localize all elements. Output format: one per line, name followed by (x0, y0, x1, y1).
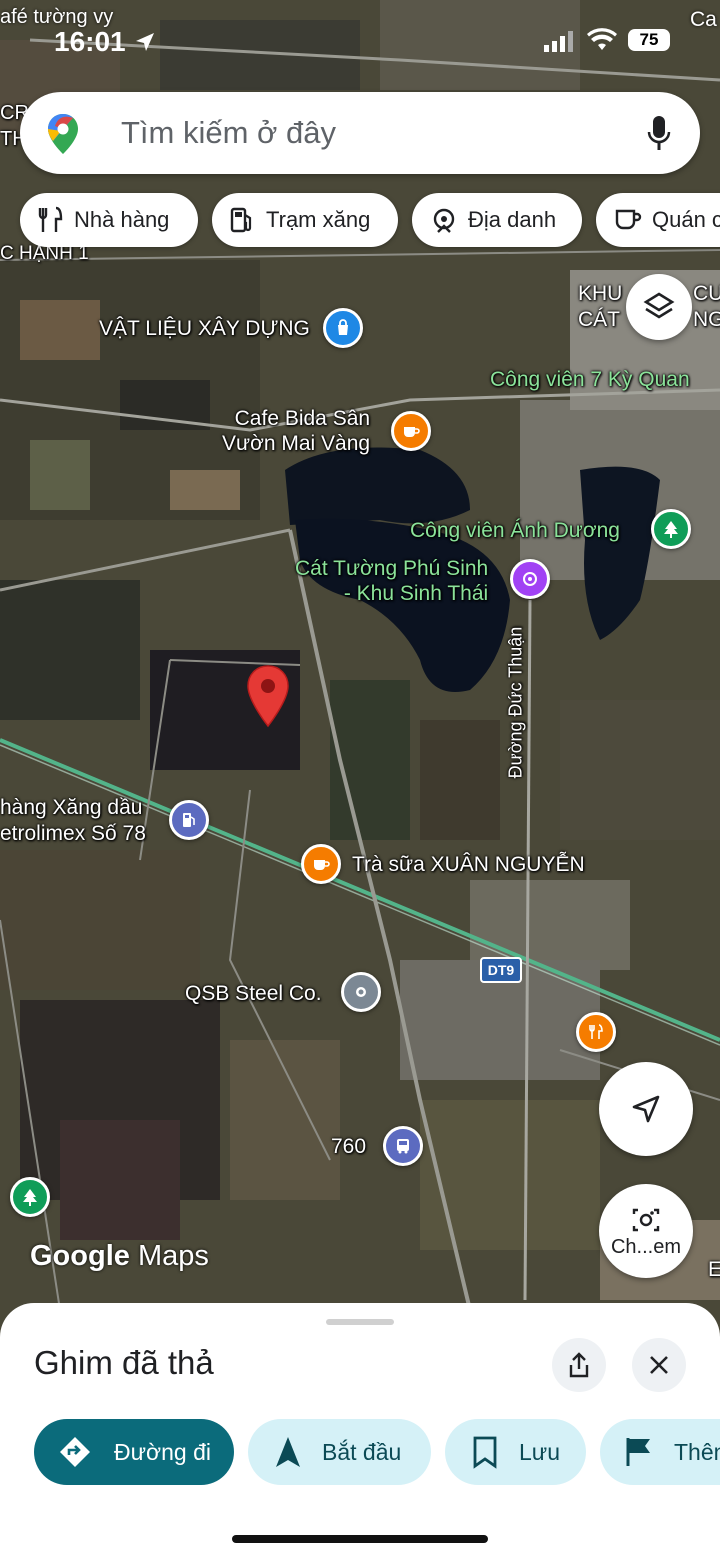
directions-icon (60, 1437, 90, 1467)
sheet-drag-handle[interactable] (326, 1319, 394, 1325)
microphone-icon[interactable] (646, 114, 672, 152)
bus-icon[interactable] (383, 1126, 423, 1166)
park-tree-icon[interactable] (10, 1177, 50, 1217)
map-label-qsb[interactable]: QSB Steel Co. (185, 981, 322, 1006)
flag-icon (626, 1438, 650, 1466)
chip-label: Địa danh (468, 207, 557, 232)
shopping-bag-icon[interactable] (323, 308, 363, 348)
start-button[interactable]: Bắt đầu (248, 1419, 431, 1485)
chip-label: Quán c (652, 207, 720, 232)
park-tree-icon[interactable] (651, 509, 691, 549)
bookmark-icon (473, 1436, 497, 1469)
map-label-khu-cat: KHU CÁT (578, 282, 623, 331)
signal-icon (544, 31, 573, 52)
sheet-title: Ghim đã thả (34, 1344, 214, 1381)
home-indicator[interactable] (232, 1535, 488, 1543)
status-bar: afé tường vy 16:01 Ca 75 (0, 0, 720, 80)
map-label-cafe-bida[interactable]: Cafe Bida Sân Vườn Mai Vàng (222, 406, 370, 456)
chip-landmarks[interactable]: Địa danh (412, 193, 582, 247)
directions-button[interactable]: Đường đi (34, 1419, 234, 1485)
map-label-cat-tuong[interactable]: Cát Tường Phú Sinh - Khu Sinh Thái (295, 556, 488, 606)
dropped-pin-icon[interactable] (245, 664, 291, 730)
share-button[interactable] (552, 1338, 606, 1392)
layers-icon (643, 292, 675, 319)
chip-gas-stations[interactable]: Trạm xăng (212, 193, 398, 247)
chip-label: Trạm xăng (266, 207, 371, 232)
directions-label: Đường đi (114, 1438, 211, 1465)
lens-label: Ch...em (610, 1235, 682, 1258)
close-button[interactable] (632, 1338, 686, 1392)
chip-cafes[interactable]: Quán c (596, 193, 720, 247)
save-label: Lưu (519, 1438, 560, 1465)
map-label-xang-dau[interactable]: hàng Xăng dầu etrolimex Số 78 (0, 795, 146, 847)
map-label-tra-sua[interactable]: Trà sữa XUÂN NGUYỄN (352, 852, 585, 877)
navigation-arrow-icon (276, 1437, 300, 1467)
map-label-duong-duc-thuan: Đường Đức Thuận (505, 626, 526, 779)
layers-button[interactable] (626, 274, 692, 340)
map-label-cong-vien-anh-duong[interactable]: Công viên Ánh Dương (410, 518, 620, 543)
attraction-icon[interactable] (510, 559, 550, 599)
search-bar[interactable]: Tìm kiếm ở đây (20, 92, 700, 174)
google-maps-watermark: Google Maps (30, 1240, 209, 1272)
google-maps-logo-icon (48, 114, 78, 154)
share-icon (569, 1352, 589, 1378)
my-location-button[interactable] (599, 1062, 693, 1156)
navigation-arrow-icon (632, 1095, 660, 1123)
map-label-bus-760[interactable]: 760 (331, 1134, 366, 1159)
search-placeholder[interactable]: Tìm kiếm ở đây (121, 115, 336, 151)
landmark-icon (433, 208, 455, 233)
close-icon (650, 1356, 668, 1374)
route-shield-dt9: DT9 (480, 957, 522, 983)
camera-search-icon (632, 1208, 660, 1231)
map-label-e: E (708, 1258, 720, 1281)
restaurant-icon[interactable] (576, 1012, 616, 1052)
status-time: 16:01 (54, 26, 126, 57)
chip-restaurants[interactable]: Nhà hàng (20, 193, 198, 247)
save-button[interactable]: Lưu (445, 1419, 586, 1485)
map-label-vat-lieu[interactable]: VẬT LIỆU XÂY DỰNG (99, 316, 310, 341)
gas-station-icon[interactable] (169, 800, 209, 840)
more-button[interactable]: Thêm (600, 1419, 720, 1485)
map-label-cu-ng: CU NG (693, 282, 720, 331)
lens-button[interactable]: Ch...em (599, 1184, 693, 1278)
location-arrow-icon (136, 33, 154, 51)
map-label-cong-vien-7[interactable]: Công viên 7 Kỳ Quan (490, 367, 690, 392)
coffee-cup-icon (615, 209, 642, 230)
start-label: Bắt đầu (322, 1438, 402, 1465)
coffee-cup-icon[interactable] (391, 411, 431, 451)
fuel-pump-icon (230, 207, 252, 233)
coffee-cup-icon[interactable] (301, 844, 341, 884)
status-top-right-label: Ca (690, 8, 717, 31)
wifi-icon (587, 28, 617, 50)
fork-knife-icon (38, 206, 63, 232)
more-label: Thêm (674, 1438, 720, 1465)
business-icon[interactable] (341, 972, 381, 1012)
battery-indicator: 75 (628, 29, 670, 51)
chip-label: Nhà hàng (74, 207, 170, 232)
